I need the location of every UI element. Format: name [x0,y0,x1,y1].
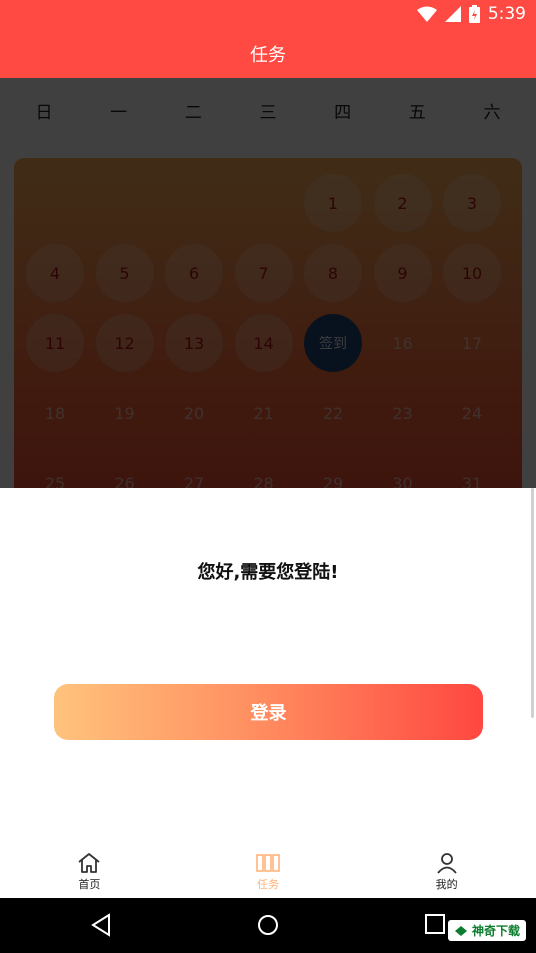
signal-icon [444,6,461,22]
task-page: 日 一 二 三 四 五 六 1234567891011121314签到16171… [0,78,536,898]
tab-home[interactable]: 首页 [0,845,179,898]
watermark-logo: 神奇下载 [447,920,526,941]
home-icon [77,852,101,876]
login-dialog: 您好,需要您登陆! 登录 [0,488,536,898]
tab-label: 任务 [257,877,279,891]
task-icon [255,852,281,876]
page-title: 任务 [250,45,286,66]
login-message: 您好,需要您登陆! [197,562,339,583]
bottom-tab-bar: 首页 任务 我的 [0,845,536,898]
tab-task[interactable]: 任务 [179,845,358,898]
tab-label: 我的 [435,877,458,891]
recents-icon[interactable] [424,913,446,939]
tab-label: 首页 [78,877,101,891]
watermark-text: 神奇下载 [471,924,520,938]
wifi-icon [416,6,437,22]
home-nav-icon[interactable] [256,913,280,941]
user-icon [436,852,458,876]
back-icon[interactable] [90,913,112,941]
tab-mine[interactable]: 我的 [357,845,536,898]
login-button[interactable]: 登录 [54,684,483,740]
status-bar: 5:39 [0,0,536,30]
battery-icon [468,5,480,23]
system-nav-bar: 神奇下载 [0,898,536,953]
status-time: 5:39 [487,4,526,24]
scrollbar[interactable] [531,488,534,718]
app-header: 任务 [0,30,536,78]
